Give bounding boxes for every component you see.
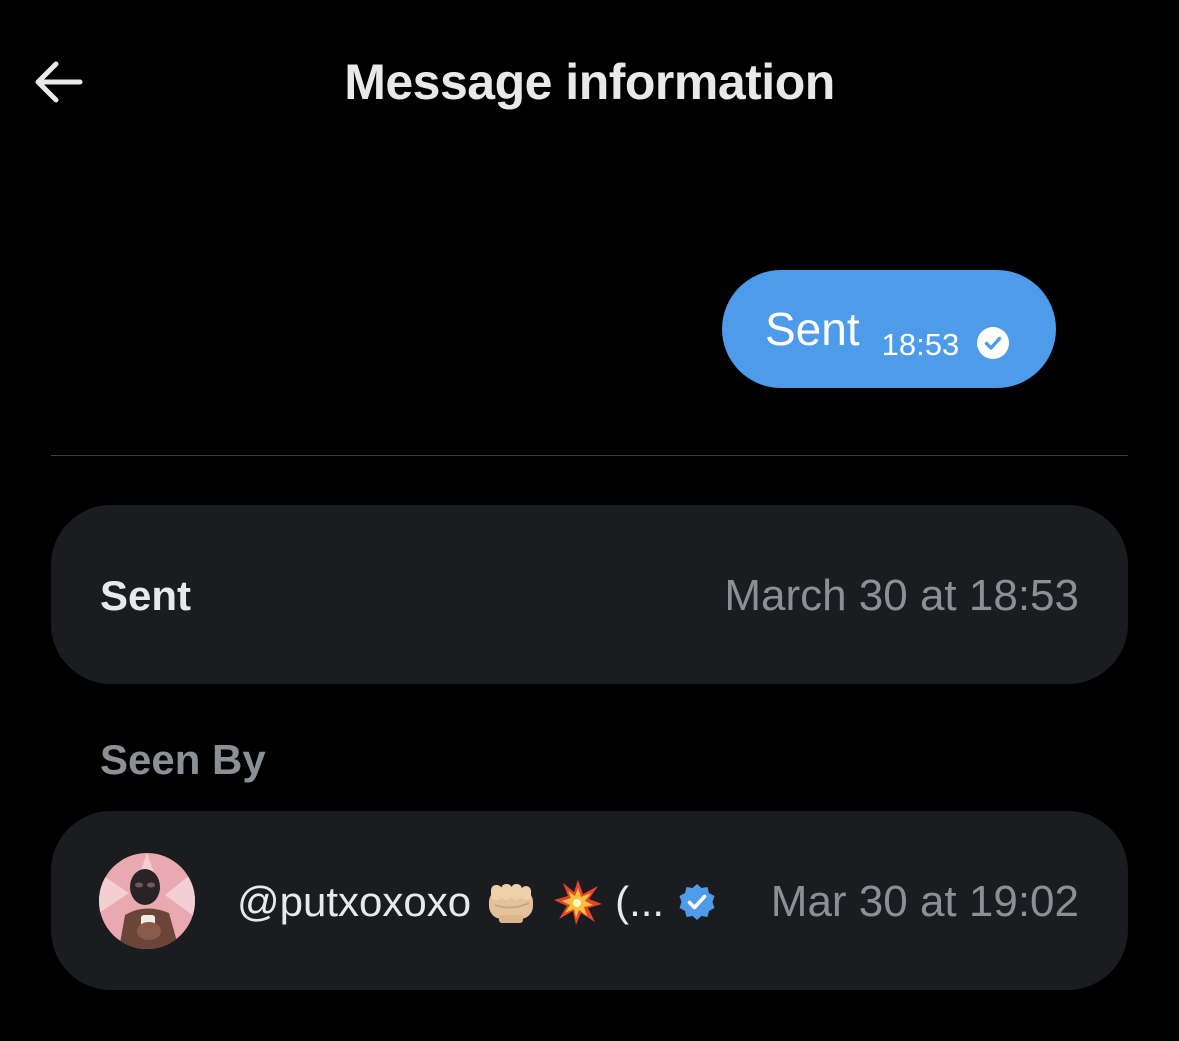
sent-label: Sent xyxy=(100,572,192,619)
user-handle: @putxoxoxo xyxy=(237,878,472,925)
page-title: Message information xyxy=(344,54,835,110)
display-name-truncated: (... xyxy=(615,878,665,925)
verified-badge-icon xyxy=(679,884,715,920)
seen-by-heading: Seen By xyxy=(100,736,266,783)
message-bubble[interactable]: Sent 18:53 xyxy=(722,270,1056,388)
collision-emoji-icon xyxy=(554,880,603,925)
seen-by-row[interactable]: @putxoxoxo (... Mar 30 at 19:02 xyxy=(51,811,1128,990)
sent-timestamp: March 30 at 18:53 xyxy=(724,571,1079,620)
message-text: Sent xyxy=(765,303,860,355)
divider xyxy=(51,455,1128,456)
message-time: 18:53 xyxy=(881,326,960,362)
avatar[interactable] xyxy=(99,853,195,949)
check-circle-icon xyxy=(977,327,1010,359)
fist-emoji-icon xyxy=(489,884,534,923)
sent-info-card: Sent March 30 at 18:53 xyxy=(51,505,1128,684)
seen-timestamp: Mar 30 at 19:02 xyxy=(770,877,1079,926)
seen-by-user[interactable]: @putxoxoxo (... xyxy=(237,879,716,925)
